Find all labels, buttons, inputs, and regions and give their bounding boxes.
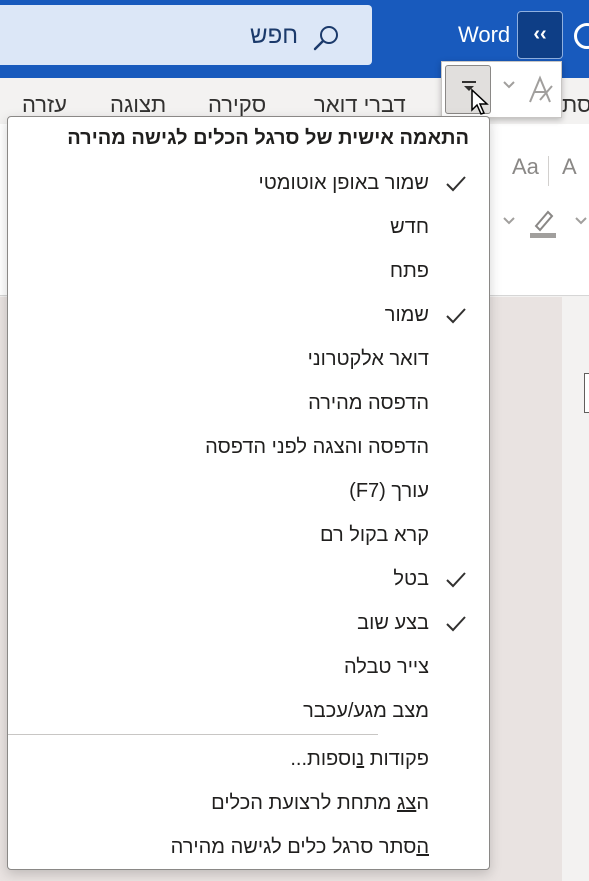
pane-control[interactable] — [584, 373, 589, 413]
menu-item[interactable]: עורך (F7) — [8, 470, 489, 514]
chevron-down-icon[interactable] — [502, 80, 516, 90]
highlight-icon[interactable] — [528, 206, 558, 238]
menu-item-label: עורך (F7) — [349, 480, 429, 502]
show-below-ribbon-item[interactable]: הצג מתחת לרצועת הכלים — [8, 782, 489, 826]
checkmark-icon — [446, 572, 466, 588]
menu-item-label: קרא בקול רם — [320, 524, 429, 546]
menu-item[interactable]: בטל — [8, 558, 489, 602]
menu-item-label: הצג מתחת לרצועת הכלים — [211, 792, 429, 814]
menu-item[interactable]: שמור באופן אוטומטי — [8, 162, 489, 206]
ribbon-divider — [548, 156, 549, 186]
search-icon — [313, 26, 338, 51]
menu-item-label: צייר טבלה — [343, 656, 429, 678]
chevron-down-icon[interactable] — [502, 216, 516, 226]
more-commands-item[interactable]: פקודות נוספות... — [8, 738, 489, 782]
menu-item[interactable]: שמור — [8, 294, 489, 338]
tab-truncated[interactable]: סת — [562, 92, 589, 118]
menu-item[interactable]: דואר אלקטרוני — [8, 338, 489, 382]
search-placeholder: חפש — [250, 22, 298, 49]
app-name: Word — [458, 22, 511, 47]
side-pane — [562, 297, 589, 881]
menu-title: התאמה אישית של סרגל הכלים לגישה מהירה — [67, 127, 469, 149]
tab-view[interactable]: תצוגה — [110, 92, 166, 118]
menu-item-label: הדפסה מהירה — [308, 392, 429, 414]
menu-item-label: מצב מגע/עכבר — [303, 700, 429, 722]
tab-help[interactable]: עזרה — [22, 92, 67, 118]
menu-item[interactable]: קרא בקול רם — [8, 514, 489, 558]
menu-item-label: שמור באופן אוטומטי — [258, 172, 429, 194]
menu-item-label: שמור — [384, 304, 429, 326]
menu-item-label: הסתר סרגל כלים לגישה מהירה — [170, 836, 429, 858]
change-case-icon[interactable]: Aa — [512, 154, 539, 180]
menu-item[interactable]: צייר טבלה — [8, 646, 489, 690]
menu-item[interactable]: הדפסה והצגה לפני הדפסה — [8, 426, 489, 470]
menu-separator — [8, 734, 378, 735]
menu-item[interactable]: מצב מגע/עכבר — [8, 690, 489, 734]
checkmark-icon — [446, 176, 466, 192]
menu-item-label: פתח — [389, 260, 429, 282]
collapse-ribbon-button[interactable]: ‹‹ — [517, 11, 563, 59]
chevron-down-icon[interactable] — [574, 216, 588, 226]
menu-item-label: בצע שוב — [357, 612, 429, 634]
checkmark-icon — [446, 616, 466, 632]
tab-review[interactable]: סקירה — [208, 92, 266, 118]
menu-item-label: פקודות נוספות... — [290, 748, 429, 770]
search-box[interactable]: חפש — [0, 5, 372, 65]
font-size-icon[interactable]: A — [562, 154, 577, 180]
hide-toolbar-item[interactable]: הסתר סרגל כלים לגישה מהירה — [8, 826, 489, 870]
customize-qat-menu: התאמה אישית של סרגל הכלים לגישה מהירה שמ… — [7, 116, 490, 870]
toggle-icon[interactable] — [574, 23, 589, 49]
menu-item-label: חדש — [390, 216, 429, 238]
menu-item[interactable]: חדש — [8, 206, 489, 250]
tab-mailings[interactable]: דברי דואר — [314, 92, 406, 118]
menu-item-label: הדפסה והצגה לפני הדפסה — [205, 436, 429, 458]
menu-item[interactable]: בצע שוב — [8, 602, 489, 646]
customize-qat-button[interactable] — [445, 65, 491, 115]
menu-item[interactable]: פתח — [8, 250, 489, 294]
format-painter-icon[interactable] — [526, 74, 556, 106]
mouse-cursor-icon — [471, 88, 489, 115]
menu-item-label: דואר אלקטרוני — [307, 348, 429, 370]
menu-item[interactable]: הדפסה מהירה — [8, 382, 489, 426]
menu-item-label: בטל — [393, 568, 429, 590]
checkmark-icon — [446, 308, 466, 324]
quick-access-toolbar-popup — [441, 61, 562, 118]
